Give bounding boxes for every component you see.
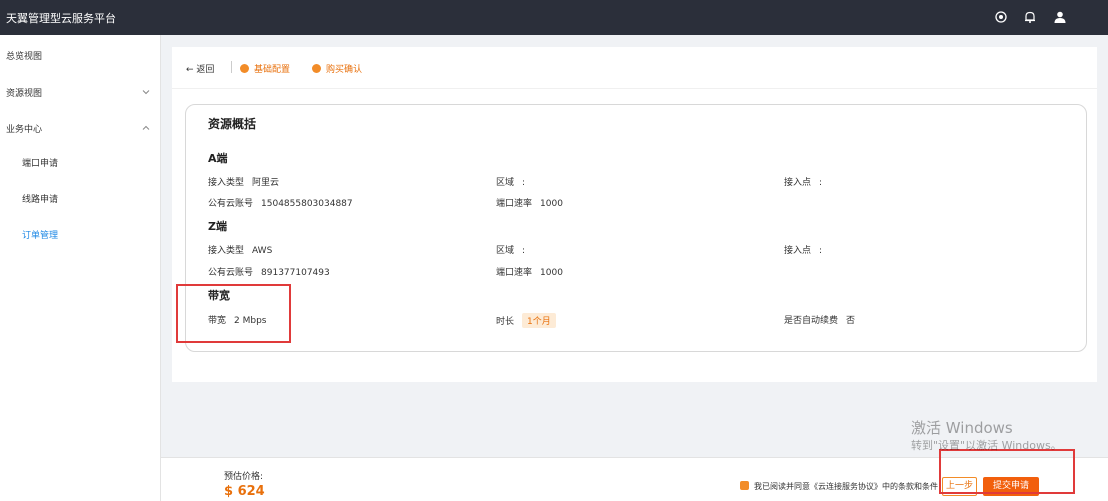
user-icon[interactable]	[1053, 10, 1067, 24]
field-label: 是否自动续费	[784, 316, 839, 326]
agreement-text: 我已阅读并同意《云连接服务协议》中的条款和条件	[754, 482, 938, 491]
z-end-port-speed: 端口速率 1000	[496, 265, 563, 278]
chevron-up-icon[interactable]	[142, 124, 150, 132]
sidebar-item-port-apply[interactable]: 端口申请	[22, 156, 58, 169]
step-check-icon	[312, 64, 321, 73]
target-icon[interactable]	[994, 10, 1008, 24]
top-bar: 天翼管理型云服务平台	[0, 0, 1108, 35]
sidebar: 总览视图 资源视图 业务中心 端口申请 线路申请 订单管理	[0, 35, 161, 501]
price-label: 预估价格:	[224, 472, 264, 482]
app-title: 天翼管理型云服务平台	[6, 12, 116, 25]
field-value: 1000	[540, 199, 563, 209]
field-label: 公有云账号	[208, 199, 254, 209]
z-end-heading: Z端	[208, 220, 227, 233]
step-bar: ← 返回 基础配置 购买确认	[172, 47, 1097, 89]
sidebar-item-overview[interactable]: 总览视图	[6, 49, 42, 62]
sidebar-item-orders[interactable]: 订单管理	[22, 228, 58, 241]
z-end-account: 公有云账号 891377107493	[208, 265, 330, 278]
main-panel: ← 返回 基础配置 购买确认 资源概括 A端 接入类型 阿里云 区域: 接入点: …	[172, 47, 1097, 382]
step-label: 基础配置	[254, 65, 291, 75]
divider	[231, 61, 232, 73]
a-end-region: 区域:	[496, 175, 525, 188]
field-value: 1000	[540, 268, 563, 278]
field-label: 时长	[496, 317, 515, 327]
field-value: 阿里云	[252, 178, 280, 188]
bell-icon[interactable]	[1023, 10, 1037, 24]
field-value: :	[522, 246, 526, 256]
checkbox-checked-icon[interactable]	[740, 481, 749, 490]
step-purchase-confirm[interactable]: 购买确认	[312, 62, 362, 75]
field-label: 接入点	[784, 246, 812, 256]
field-value: :	[819, 246, 823, 256]
windows-activation-watermark-text: 转到"设置"以激活 Windows。	[911, 439, 1062, 452]
field-label: 区域	[496, 246, 515, 256]
field-value: :	[522, 178, 526, 188]
field-value: 1504855803034887	[261, 199, 353, 209]
step-check-icon	[240, 64, 249, 73]
field-value: 891377107493	[261, 268, 330, 278]
sidebar-item-resources[interactable]: 资源视图	[6, 86, 42, 99]
z-end-region: 区域:	[496, 243, 525, 256]
field-label: 接入类型	[208, 178, 245, 188]
chevron-down-icon[interactable]	[142, 88, 150, 96]
a-end-port-speed: 端口速率 1000	[496, 196, 563, 209]
field-label: 接入类型	[208, 246, 245, 256]
a-end-account: 公有云账号 1504855803034887	[208, 196, 353, 209]
field-label: 公有云账号	[208, 268, 254, 278]
card-title: 资源概括	[208, 117, 257, 131]
step-basic-config[interactable]: 基础配置	[240, 62, 290, 75]
a-end-access-type: 接入类型 阿里云	[208, 175, 279, 188]
field-value: AWS	[252, 246, 273, 256]
agreement-checkbox[interactable]: 我已阅读并同意《云连接服务协议》中的条款和条件	[740, 481, 938, 492]
a-end-access-point: 接入点:	[784, 175, 822, 188]
a-end-heading: A端	[208, 152, 228, 165]
auto-renew-field: 是否自动续费否	[784, 313, 855, 326]
back-link[interactable]: ← 返回	[186, 62, 214, 75]
windows-activation-watermark-title: 激活 Windows	[911, 419, 1013, 437]
price-value: $ 624	[224, 484, 265, 499]
back-label: 返回	[196, 65, 215, 75]
z-end-access-type: 接入类型 AWS	[208, 243, 272, 256]
resource-summary-card: 资源概括 A端 接入类型 阿里云 区域: 接入点: 公有云账号 1504855803…	[185, 104, 1087, 352]
step-label: 购买确认	[326, 65, 363, 75]
field-label: 接入点	[784, 178, 812, 188]
duration-field: 时长 1个月	[496, 313, 556, 328]
field-label: 端口速率	[496, 268, 533, 278]
z-end-access-point: 接入点:	[784, 243, 822, 256]
duration-tag: 1个月	[522, 313, 556, 328]
sidebar-item-business[interactable]: 业务中心	[6, 122, 42, 135]
highlight-box-submit	[939, 449, 1075, 494]
field-value: 否	[846, 316, 856, 326]
field-label: 端口速率	[496, 199, 533, 209]
field-label: 区域	[496, 178, 515, 188]
field-value: :	[819, 178, 823, 188]
sidebar-item-line-apply[interactable]: 线路申请	[22, 192, 58, 205]
highlight-box-bandwidth	[176, 284, 291, 343]
